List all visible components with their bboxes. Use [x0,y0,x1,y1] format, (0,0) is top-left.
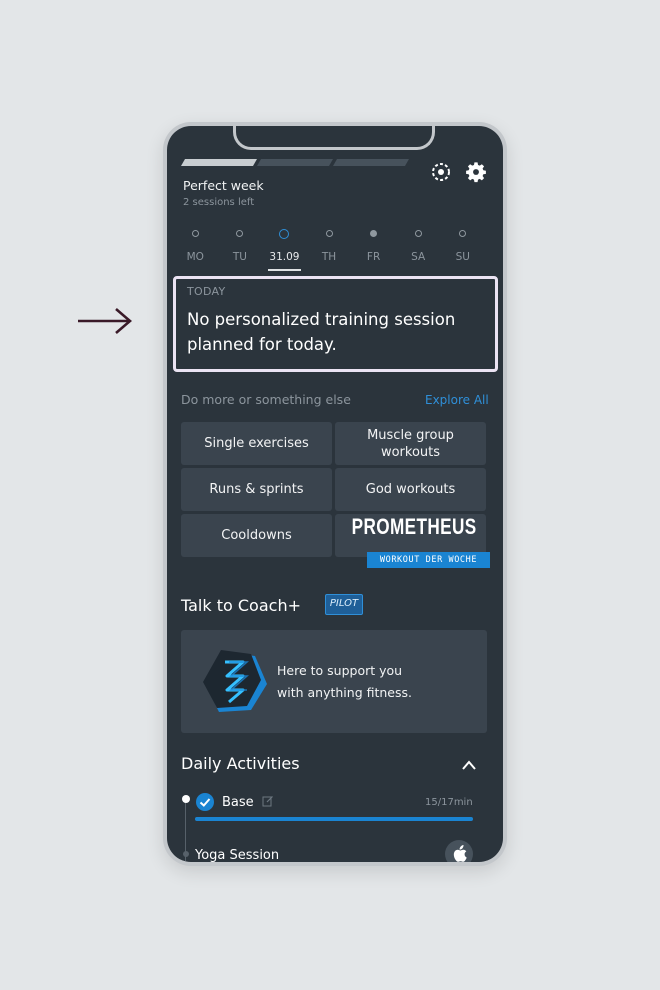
week-day-selector: MO TU 31.09 TH FR SA SU [173,226,485,274]
prometheus-logo-text: PROMETHEUS [351,514,477,539]
day-label: SU [455,251,470,263]
week-goal-title: Perfect week [183,178,264,193]
activity-time: 15/17min [425,797,473,808]
chevron-up-icon[interactable] [461,759,477,771]
activity-progress-fill [195,817,473,821]
edit-icon[interactable] [262,795,274,807]
week-progress-bar [181,159,409,166]
day-status-dot [325,230,333,237]
day-status-dot [191,230,199,237]
today-message: No personalized training session planned… [187,310,456,354]
activity-label: Yoga Session [195,848,280,862]
apple-health-icon [453,845,467,862]
more-section-title: Do more or something else [181,392,351,407]
phone-notch [233,126,435,150]
day-status-dot [459,230,467,237]
coach-avatar-icon [203,650,267,712]
day-label: FR [366,251,381,263]
tile-label: God workouts [365,482,456,497]
today-card: TODAY No personalized training session p… [173,276,498,372]
daily-activities-title: Daily Activities [181,754,300,773]
yoga-activity-icon[interactable] [445,840,473,862]
tile-label: Single exercises [204,436,309,451]
day-status-dot [236,230,244,237]
explore-all-link[interactable]: Explore All [425,393,489,407]
today-label: TODAY [187,285,226,298]
app-screen: Perfect week 2 sessions left MO TU 31.09… [167,126,503,862]
tile-cooldowns[interactable]: Cooldowns [181,514,332,557]
day-sa[interactable]: SA [396,226,441,274]
tile-label: Muscle group workouts [367,427,454,460]
day-label: SA [411,251,426,263]
day-today[interactable]: 31.09 [262,226,307,274]
pilot-badge: PILOT [325,594,363,615]
day-label: TU [232,251,247,263]
coach-card[interactable]: Here to support you with anything fitnes… [181,630,487,733]
workout-of-week-badge: WORKOUT DER WOCHE [367,552,490,568]
day-label: MO [186,251,204,263]
day-th[interactable]: TH [307,226,352,274]
activity-label: Base [222,795,254,810]
activity-progress-bar [195,817,473,821]
timeline-dot [182,851,189,857]
day-status-dot [279,229,290,239]
coach-section-title: Talk to Coach+ [181,596,301,615]
tile-god-workouts[interactable]: God workouts [335,468,486,511]
tile-prometheus-workout[interactable]: PROMETHEUS WORKOUT DER WOCHE [335,514,490,568]
coach-text: Here to support you with anything fitnes… [277,660,412,704]
gear-icon[interactable] [465,161,487,183]
day-fr[interactable]: FR [351,226,396,274]
coach-line-2: with anything fitness. [277,685,412,700]
tile-runs-sprints[interactable]: Runs & sprints [181,468,332,511]
sessions-left-text: 2 sessions left [183,197,255,208]
activity-ring-icon[interactable] [431,162,451,182]
day-status-dot [370,230,378,237]
day-su[interactable]: SU [440,226,485,274]
check-circle-icon[interactable] [196,793,214,811]
tile-single-exercises[interactable]: Single exercises [181,422,332,465]
pointer-arrow-icon [78,308,132,334]
timeline-dot [181,795,190,803]
coach-line-1: Here to support you [277,663,403,678]
day-tu[interactable]: TU [218,226,263,274]
tile-label: Cooldowns [221,528,292,543]
day-status-dot [414,230,422,237]
day-label: 31.09 [269,251,300,263]
day-label: TH [321,251,337,263]
tile-label: Runs & sprints [209,482,304,497]
day-mo[interactable]: MO [173,226,218,274]
top-icons [429,160,489,184]
tile-muscle-group-workouts[interactable]: Muscle group workouts [335,422,486,465]
phone-frame: Perfect week 2 sessions left MO TU 31.09… [163,122,507,866]
selected-day-underline [268,269,301,271]
